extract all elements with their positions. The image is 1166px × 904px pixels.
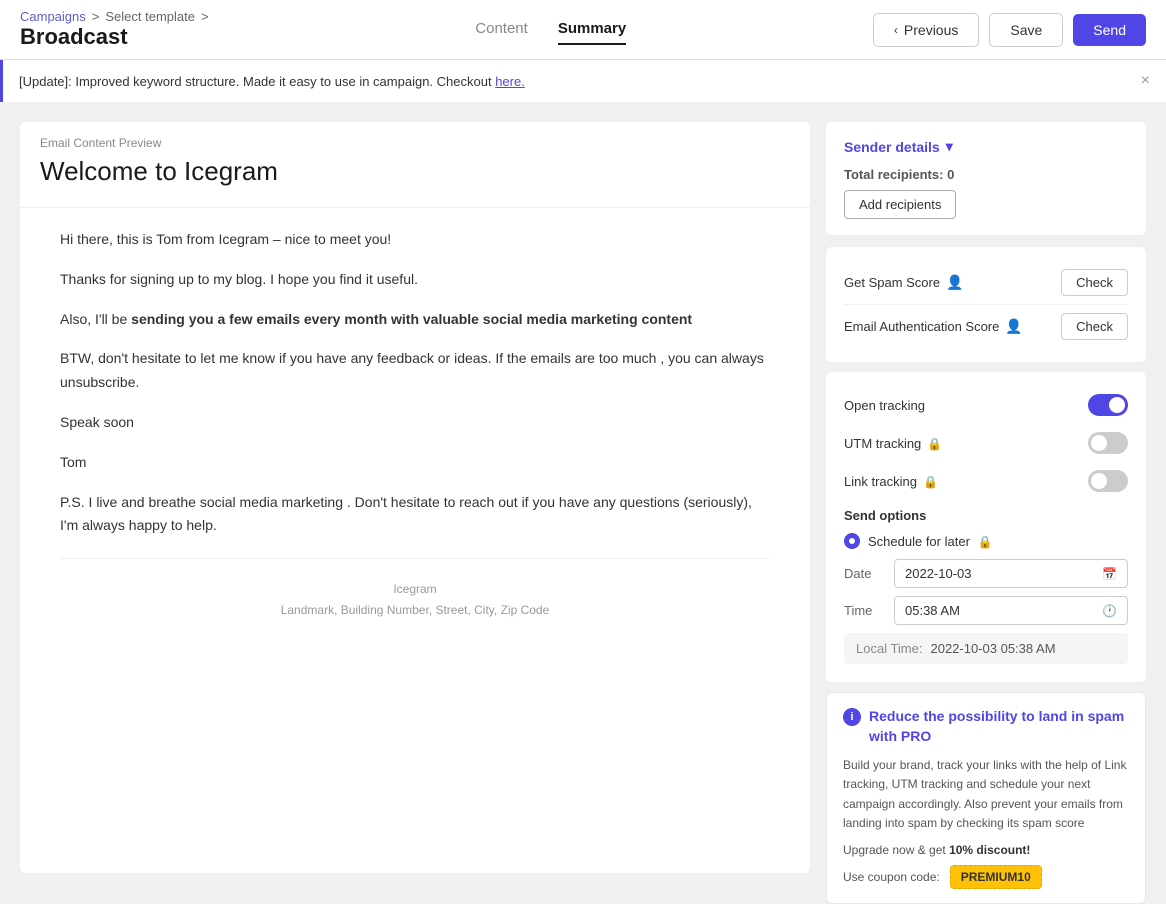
- schedule-later-radio[interactable]: [844, 533, 860, 549]
- spam-score-label: Get Spam Score 👤: [844, 274, 964, 291]
- date-label: Date: [844, 566, 894, 581]
- utm-tracking-label: UTM tracking: [844, 436, 942, 451]
- preview-para-2: Thanks for signing up to my blog. I hope…: [60, 268, 770, 292]
- sender-details-label: Sender details: [844, 139, 940, 155]
- sidebar: Sender details Total recipients: 0 Add r…: [826, 122, 1146, 873]
- preview-label: Email Content Preview: [20, 122, 810, 156]
- time-label: Time: [844, 603, 894, 618]
- link-tracking-label: Link tracking: [844, 474, 938, 489]
- preview-subject: Welcome to Icegram: [20, 156, 810, 207]
- person-icon-spam: 👤: [946, 274, 963, 291]
- person-icon-auth: 👤: [1005, 318, 1022, 335]
- coupon-row: Use coupon code: PREMIUM10: [843, 865, 1129, 889]
- pro-title: Reduce the possibility to land in spam w…: [869, 707, 1129, 746]
- preview-para-7: P.S. I live and breathe social media mar…: [60, 491, 770, 539]
- preview-footer-company: Icegram: [80, 579, 750, 599]
- utm-lock-icon: [927, 436, 942, 451]
- breadcrumb-sep1: >: [92, 9, 100, 24]
- check-spam-button[interactable]: Check: [1061, 269, 1128, 296]
- send-options-label: Send options: [844, 500, 1128, 527]
- link-tracking-row: Link tracking: [844, 462, 1128, 500]
- time-row: Time 05:38 AM: [844, 596, 1128, 625]
- previous-button[interactable]: ‹ Previous: [873, 13, 979, 47]
- tab-content[interactable]: Content: [475, 14, 528, 45]
- clock-icon: [1102, 603, 1117, 618]
- add-recipients-button[interactable]: Add recipients: [844, 190, 956, 219]
- coupon-code: PREMIUM10: [950, 865, 1042, 889]
- open-tracking-label: Open tracking: [844, 398, 925, 413]
- date-time-section: Date 2022-10-03 Time 05:38 AM Local Time…: [844, 555, 1128, 668]
- sender-details-section: Sender details Total recipients: 0 Add r…: [826, 122, 1146, 235]
- page-title: Broadcast: [20, 24, 209, 50]
- local-time-display: Local Time: 2022-10-03 05:38 AM: [844, 633, 1128, 664]
- auth-score-row: Email Authentication Score 👤 Check: [844, 305, 1128, 348]
- notification-close[interactable]: ×: [1141, 72, 1150, 90]
- chevron-down-icon: [946, 138, 953, 155]
- coupon-label: Use coupon code:: [843, 870, 940, 884]
- utm-tracking-row: UTM tracking: [844, 424, 1128, 462]
- time-input[interactable]: 05:38 AM: [894, 596, 1128, 625]
- breadcrumb: Campaigns > Select template >: [20, 9, 209, 24]
- send-button[interactable]: Send: [1073, 14, 1146, 46]
- preview-para-3: Also, I'll be sending you a few emails e…: [60, 308, 770, 332]
- calendar-icon: [1102, 566, 1117, 581]
- breadcrumb-sep2: >: [201, 9, 209, 24]
- chevron-left-icon: ‹: [894, 23, 898, 37]
- tab-summary[interactable]: Summary: [558, 14, 626, 45]
- save-button[interactable]: Save: [989, 13, 1063, 47]
- open-tracking-toggle[interactable]: [1088, 394, 1128, 416]
- breadcrumb-select-template: Select template: [105, 9, 195, 24]
- pro-banner: i Reduce the possibility to land in spam…: [826, 692, 1146, 904]
- preview-footer-address: Landmark, Building Number, Street, City,…: [80, 600, 750, 620]
- open-tracking-row: Open tracking: [844, 386, 1128, 424]
- total-recipients: Total recipients: 0: [844, 167, 1128, 182]
- preview-body: Hi there, this is Tom from Icegram – nic…: [20, 207, 810, 873]
- spam-score-row: Get Spam Score 👤 Check: [844, 261, 1128, 305]
- upgrade-text: Upgrade now & get 10% discount!: [843, 843, 1129, 857]
- date-input[interactable]: 2022-10-03: [894, 559, 1128, 588]
- preview-para-5: Speak soon: [60, 411, 770, 435]
- notification-link[interactable]: here.: [495, 74, 525, 89]
- auth-score-label: Email Authentication Score 👤: [844, 318, 1023, 335]
- preview-para-4: BTW, don't hesitate to let me know if yo…: [60, 347, 770, 395]
- sender-details-toggle[interactable]: Sender details: [844, 138, 1128, 155]
- preview-para-6: Tom: [60, 451, 770, 475]
- check-auth-button[interactable]: Check: [1061, 313, 1128, 340]
- date-row: Date 2022-10-03: [844, 559, 1128, 588]
- schedule-lock-icon: [978, 534, 993, 549]
- schedule-later-row[interactable]: Schedule for later: [844, 527, 1128, 555]
- tracking-section: Open tracking UTM tracking Link tr: [826, 372, 1146, 682]
- link-tracking-toggle[interactable]: [1088, 470, 1128, 492]
- schedule-later-label: Schedule for later: [868, 534, 970, 549]
- utm-tracking-toggle[interactable]: [1088, 432, 1128, 454]
- notification-text: [Update]: Improved keyword structure. Ma…: [19, 74, 495, 89]
- email-preview-panel: Email Content Preview Welcome to Icegram…: [20, 122, 810, 873]
- scores-section: Get Spam Score 👤 Check Email Authenticat…: [826, 247, 1146, 362]
- link-lock-icon: [923, 474, 938, 489]
- notification-bar: [Update]: Improved keyword structure. Ma…: [0, 60, 1166, 102]
- breadcrumb-campaigns[interactable]: Campaigns: [20, 9, 86, 24]
- pro-description: Build your brand, track your links with …: [843, 756, 1129, 833]
- info-icon: i: [843, 708, 861, 726]
- preview-para-1: Hi there, this is Tom from Icegram – nic…: [60, 228, 770, 252]
